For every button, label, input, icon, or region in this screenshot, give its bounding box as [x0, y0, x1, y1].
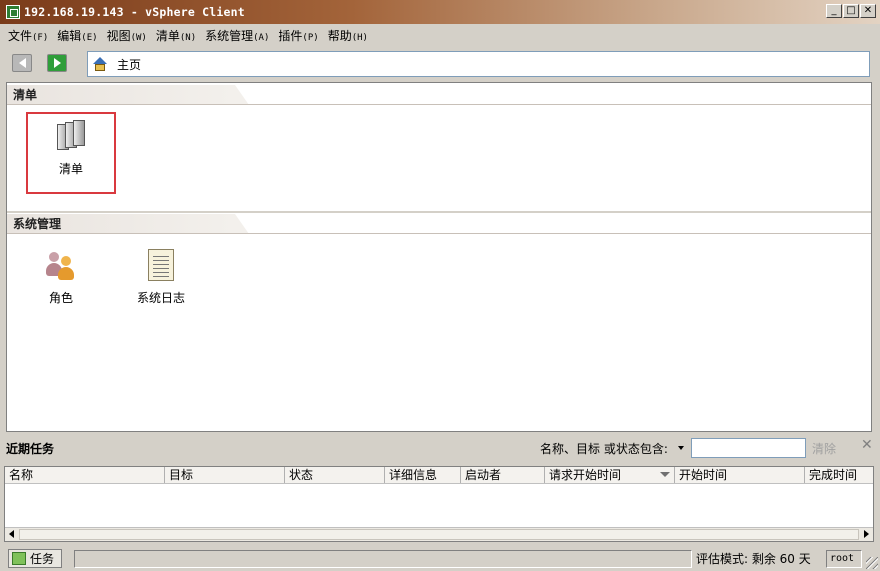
window-title: 192.168.19.143 - vSphere Client [24, 5, 245, 19]
table-header: 名称 目标 状态 详细信息 启动者 请求开始时间 开始时间 完成时间 [5, 467, 873, 484]
maximize-button[interactable]: □ [843, 4, 859, 18]
column-header-initiator[interactable]: 启动者 [461, 467, 545, 483]
section-header-inventory: 清单 [7, 85, 871, 105]
evaluation-mode-text: 评估模式: 剩余 60 天 [696, 552, 811, 566]
roles-icon [44, 249, 78, 283]
filter-dropdown-icon[interactable] [678, 446, 684, 450]
menu-help[interactable]: 帮助(H) [328, 27, 368, 44]
minimize-button[interactable]: _ [826, 4, 842, 18]
scroll-right-icon[interactable] [864, 530, 869, 538]
menu-file[interactable]: 文件(F) [8, 27, 48, 44]
horizontal-scrollbar[interactable] [5, 527, 873, 541]
section-header-administration: 系统管理 [7, 214, 871, 234]
tasks-tab[interactable]: 任务 [8, 549, 62, 568]
tile-roles[interactable]: 角色 [19, 249, 103, 306]
tasks-icon [12, 552, 26, 565]
clear-button[interactable]: 清除 [812, 440, 836, 457]
column-header-requested-start[interactable]: 请求开始时间 [545, 467, 675, 483]
home-panel: 清单 清单 系统管理 角色 系统日志 [6, 82, 872, 432]
column-header-status[interactable]: 状态 [285, 467, 385, 483]
column-header-start-time[interactable]: 开始时间 [675, 467, 805, 483]
arrow-right-icon [53, 58, 61, 68]
menu-bar: 文件(F) 编辑(E) 视图(W) 清单(N) 系统管理(A) 插件(P) 帮助… [0, 24, 880, 46]
tile-label: 角色 [48, 291, 73, 305]
section-title-administration: 系统管理 [7, 214, 249, 234]
section-title-inventory: 清单 [7, 85, 249, 105]
current-user: root [826, 550, 862, 568]
column-header-completed-time[interactable]: 完成时间 [805, 467, 873, 483]
status-bar: 任务 评估模式: 剩余 60 天 root [0, 546, 880, 571]
close-tasks-icon[interactable]: ✕ [861, 437, 873, 453]
window-controls: _ □ ✕ [825, 4, 876, 18]
tile-label: 系统日志 [136, 291, 185, 305]
menu-plugins[interactable]: 插件(P) [278, 27, 318, 44]
close-button[interactable]: ✕ [860, 4, 876, 18]
recent-tasks-table: 名称 目标 状态 详细信息 启动者 请求开始时间 开始时间 完成时间 [4, 466, 874, 542]
recent-tasks-header: 近期任务 名称、目标 或状态包含: 清除 ✕ [0, 434, 880, 462]
filter-label: 名称、目标 或状态包含: [540, 442, 668, 456]
system-log-icon [148, 249, 174, 281]
menu-view[interactable]: 视图(W) [107, 27, 147, 44]
menu-edit[interactable]: 编辑(E) [57, 27, 97, 44]
inventory-icon [55, 120, 87, 152]
vsphere-app-icon [6, 5, 20, 19]
sort-descending-icon [660, 472, 670, 477]
address-bar[interactable]: 主页 [87, 51, 870, 77]
filter-input[interactable] [691, 438, 806, 458]
home-icon [93, 57, 107, 71]
back-button[interactable] [12, 54, 32, 72]
menu-administration[interactable]: 系统管理(A) [205, 27, 269, 44]
scroll-left-icon[interactable] [9, 530, 14, 538]
column-header-details[interactable]: 详细信息 [385, 467, 461, 483]
resize-grip-icon[interactable] [866, 557, 878, 569]
title-bar: 192.168.19.143 - vSphere Client _ □ ✕ [0, 0, 880, 24]
arrow-left-icon [18, 58, 26, 68]
tile-label: 清单 [58, 162, 83, 176]
column-header-target[interactable]: 目标 [165, 467, 285, 483]
address-location: 主页 [117, 57, 142, 72]
menu-inventory[interactable]: 清单(N) [156, 27, 196, 44]
recent-tasks-title: 近期任务 [6, 442, 55, 456]
status-field [74, 550, 692, 568]
navigation-toolbar: 主页 [0, 46, 880, 80]
tile-inventory[interactable]: 清单 [26, 112, 116, 194]
section-divider [7, 211, 871, 213]
scrollbar-thumb[interactable] [19, 529, 859, 540]
forward-button[interactable] [47, 54, 67, 72]
tasks-tab-label: 任务 [30, 552, 55, 566]
tile-system-log[interactable]: 系统日志 [119, 249, 203, 306]
column-header-name[interactable]: 名称 [5, 467, 165, 483]
